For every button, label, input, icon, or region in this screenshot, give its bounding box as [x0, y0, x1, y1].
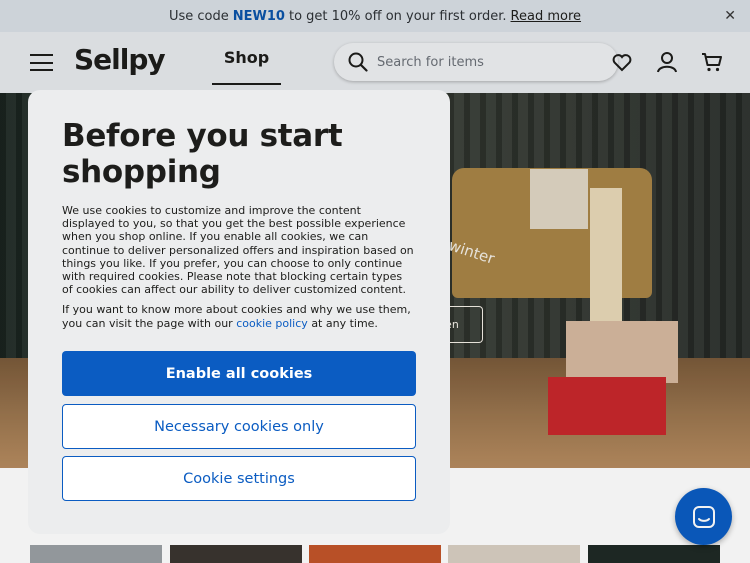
promo-suffix: to get 10% off on your first order. — [288, 8, 507, 24]
modal-body-text: We use cookies to customize and improve … — [62, 204, 414, 297]
close-icon[interactable]: ✕ — [724, 8, 736, 24]
read-more-link[interactable]: Read more — [511, 9, 581, 24]
cookie-consent-modal: Before you start shopping We use cookies… — [28, 90, 450, 534]
modal-policy-text: If you want to know more about cookies a… — [62, 303, 416, 329]
promo-prefix: Use code — [168, 8, 229, 24]
cookie-settings-button[interactable]: Cookie settings — [62, 456, 416, 501]
modal-title: Before you start shopping — [62, 118, 343, 190]
necessary-cookies-button[interactable]: Necessary cookies only — [62, 404, 416, 449]
promo-code: NEW10 — [232, 8, 285, 24]
cookie-policy-link[interactable]: cookie policy — [236, 317, 308, 330]
promo-banner: Use code NEW10 to get 10% off on your fi… — [0, 0, 750, 32]
enable-all-cookies-button[interactable]: Enable all cookies — [62, 351, 416, 396]
policy-text-suffix: at any time. — [311, 316, 378, 330]
